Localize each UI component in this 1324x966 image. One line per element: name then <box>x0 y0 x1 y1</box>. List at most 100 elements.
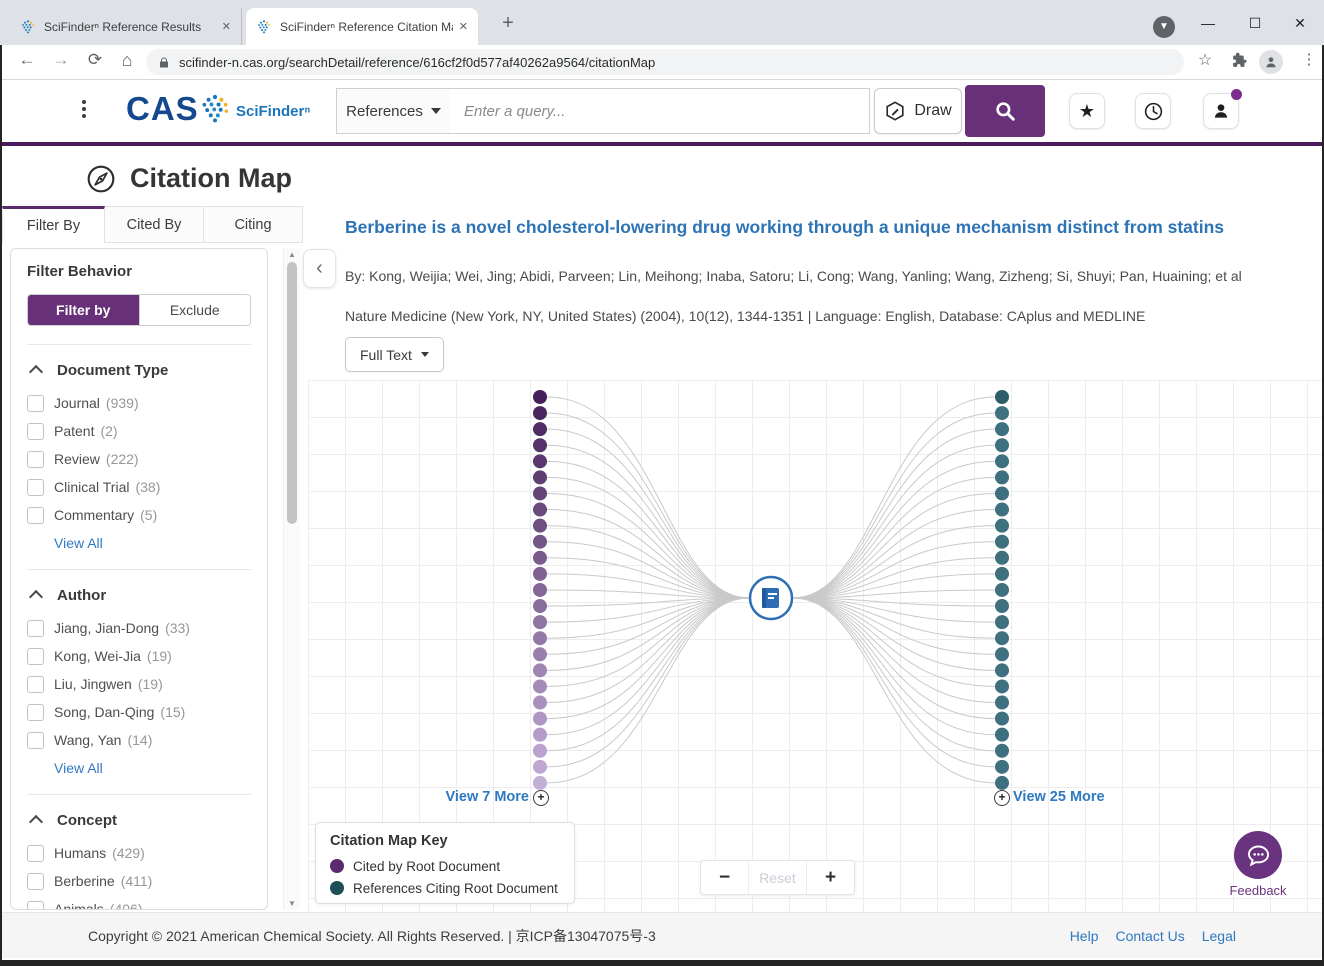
checkbox[interactable] <box>27 901 44 911</box>
checkbox[interactable] <box>27 648 44 665</box>
account-button[interactable] <box>1203 93 1239 129</box>
cited-doc-node[interactable] <box>533 454 547 468</box>
cited-doc-node[interactable] <box>533 438 547 452</box>
draw-button[interactable]: Draw <box>874 88 962 134</box>
filter-section-header[interactable]: Concept <box>27 807 251 833</box>
view-more-cited-link[interactable]: View 7 More <box>404 789 529 805</box>
footer-link-contact-us[interactable]: Contact Us <box>1115 928 1184 944</box>
filter-checkbox-item[interactable]: Jiang, Jian-Dong(33) <box>27 614 251 642</box>
forward-icon[interactable]: → <box>48 50 74 70</box>
plus-icon[interactable]: + <box>533 790 549 806</box>
view-all-link[interactable]: View All <box>27 754 251 782</box>
new-tab-button[interactable]: + <box>496 12 520 36</box>
cited-doc-node[interactable] <box>533 567 547 581</box>
checkbox[interactable] <box>27 620 44 637</box>
cited-doc-node[interactable] <box>533 503 547 517</box>
citing-doc-node[interactable] <box>995 647 1009 661</box>
search-input[interactable] <box>450 88 870 134</box>
cited-doc-node[interactable] <box>533 728 547 742</box>
tab-close-icon[interactable]: ✕ <box>459 20 468 33</box>
exclude-toggle[interactable]: Exclude <box>139 295 251 325</box>
filter-section-header[interactable]: Author <box>27 582 251 608</box>
filter-checkbox-item[interactable]: Journal(939) <box>27 389 251 417</box>
extensions-puzzle-icon[interactable] <box>1226 52 1252 74</box>
feedback-button[interactable] <box>1234 831 1282 879</box>
cited-doc-node[interactable] <box>533 647 547 661</box>
checkbox[interactable] <box>27 451 44 468</box>
citing-doc-node[interactable] <box>995 470 1009 484</box>
footer-link-legal[interactable]: Legal <box>1202 928 1236 944</box>
search-button[interactable] <box>965 85 1045 137</box>
filter-checkbox-item[interactable]: Kong, Wei-Jia(19) <box>27 642 251 670</box>
citing-doc-node[interactable] <box>995 696 1009 710</box>
browser-tab[interactable]: SciFinderⁿ Reference Results✕ <box>10 8 242 45</box>
filter-checkbox-item[interactable]: Commentary(5) <box>27 501 251 529</box>
checkbox[interactable] <box>27 873 44 890</box>
tab-close-icon[interactable]: ✕ <box>222 20 231 33</box>
filter-checkbox-item[interactable]: Song, Dan-Qing(15) <box>27 698 251 726</box>
filter-checkbox-item[interactable]: Animals(406) <box>27 895 251 910</box>
filter-by-toggle[interactable]: Filter by <box>28 295 139 325</box>
browser-profile-avatar[interactable] <box>1259 50 1283 74</box>
cited-doc-node[interactable] <box>533 744 547 758</box>
tab-cited-by[interactable]: Cited By <box>105 206 204 243</box>
back-icon[interactable]: ← <box>14 50 40 70</box>
cited-doc-node[interactable] <box>533 519 547 533</box>
cited-doc-node[interactable] <box>533 470 547 484</box>
browser-tab[interactable]: SciFinderⁿ Reference Citation Ma✕ <box>246 8 478 45</box>
citing-doc-node[interactable] <box>995 776 1009 790</box>
citing-doc-node[interactable] <box>995 551 1009 565</box>
zoom-in-button[interactable]: + <box>807 861 854 894</box>
checkbox[interactable] <box>27 845 44 862</box>
cited-doc-node[interactable] <box>533 599 547 613</box>
saved-searches-button[interactable]: ★ <box>1069 93 1105 129</box>
scrollbar-thumb[interactable] <box>287 262 297 524</box>
scroll-down-icon[interactable]: ▼ <box>284 899 300 908</box>
tab-citing[interactable]: Citing <box>204 206 303 243</box>
scroll-up-icon[interactable]: ▲ <box>284 250 300 259</box>
maximize-button[interactable]: ☐ <box>1240 10 1270 36</box>
view-more-citing-link[interactable]: View 25 More <box>1013 789 1105 805</box>
filter-checkbox-item[interactable]: Berberine(411) <box>27 867 251 895</box>
browser-update-icon[interactable]: ▼ <box>1153 16 1175 38</box>
citing-doc-node[interactable] <box>995 422 1009 436</box>
citing-doc-node[interactable] <box>995 454 1009 468</box>
checkbox[interactable] <box>27 395 44 412</box>
minimize-button[interactable]: — <box>1193 10 1223 36</box>
zoom-reset-button[interactable]: Reset <box>748 861 807 894</box>
filter-section-header[interactable]: Document Type <box>27 357 251 383</box>
cited-doc-node[interactable] <box>533 712 547 726</box>
filter-checkbox-item[interactable]: Wang, Yan(14) <box>27 726 251 754</box>
citing-doc-node[interactable] <box>995 567 1009 581</box>
citing-doc-node[interactable] <box>995 663 1009 677</box>
filter-checkbox-item[interactable]: Clinical Trial(38) <box>27 473 251 501</box>
cited-doc-node[interactable] <box>533 696 547 710</box>
citing-doc-node[interactable] <box>995 535 1009 549</box>
cited-doc-node[interactable] <box>533 422 547 436</box>
search-scope-select[interactable]: References <box>336 88 451 134</box>
citing-doc-node[interactable] <box>995 712 1009 726</box>
view-all-link[interactable]: View All <box>27 529 251 557</box>
document-title-link[interactable]: Berberine is a novel cholesterol-lowerin… <box>345 216 1225 240</box>
citing-doc-node[interactable] <box>995 519 1009 533</box>
cited-doc-node[interactable] <box>533 760 547 774</box>
filter-checkbox-item[interactable]: Patent(2) <box>27 417 251 445</box>
citing-doc-node[interactable] <box>995 744 1009 758</box>
close-button[interactable]: ✕ <box>1285 10 1315 36</box>
cited-doc-node[interactable] <box>533 631 547 645</box>
history-button[interactable] <box>1135 93 1171 129</box>
citing-doc-node[interactable] <box>995 728 1009 742</box>
citing-doc-node[interactable] <box>995 390 1009 404</box>
citing-doc-node[interactable] <box>995 503 1009 517</box>
filter-panel-scrollbar[interactable]: ▲ ▼ <box>283 248 300 910</box>
cited-doc-node[interactable] <box>533 486 547 500</box>
reload-icon[interactable]: ⟳ <box>82 50 108 70</box>
checkbox[interactable] <box>27 479 44 496</box>
plus-icon[interactable]: + <box>994 790 1010 806</box>
citing-doc-node[interactable] <box>995 760 1009 774</box>
app-menu-icon[interactable] <box>82 100 86 118</box>
browser-menu-icon[interactable]: ⋮ <box>1296 50 1322 68</box>
citing-doc-node[interactable] <box>995 679 1009 693</box>
checkbox[interactable] <box>27 732 44 749</box>
cited-doc-node[interactable] <box>533 663 547 677</box>
